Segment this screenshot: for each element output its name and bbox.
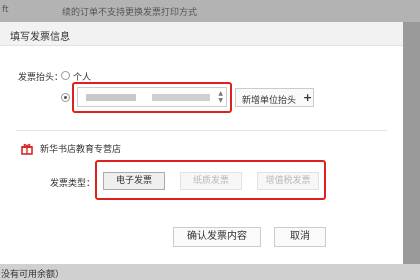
invoice-type-label: 发票类型： [50,179,96,189]
company-radio[interactable] [61,93,70,102]
highlight-box-header [72,82,232,113]
personal-radio[interactable] [61,71,70,80]
background-right-strip [403,22,420,264]
bottom-bar-text: 没有可用余额） [1,270,65,280]
highlight-box-type [95,160,326,200]
add-unit-header-label: 新增单位抬头 [242,96,297,106]
section-divider [16,130,387,131]
background-notice-text: 续的订单不支持更换发票打印方式 [62,8,198,18]
cancel-button[interactable]: 取消 [274,227,326,247]
store-name: 新华书店教育专营店 [40,145,122,155]
dialog-header: 填写发票信息 [0,22,403,46]
add-unit-header-button[interactable]: 新增单位抬头 + [235,88,314,107]
store-gift-icon [21,143,33,155]
bottom-bar: 没有可用余额） [0,264,420,280]
background-edge-text: ft [2,5,9,15]
invoice-header-label: 发票抬头： [18,73,64,83]
background-page-strip: ft 续的订单不支持更换发票打印方式 [0,0,420,22]
dialog-title: 填写发票信息 [10,32,70,43]
plus-icon: + [303,91,313,104]
confirm-invoice-button[interactable]: 确认发票内容 [173,227,261,247]
